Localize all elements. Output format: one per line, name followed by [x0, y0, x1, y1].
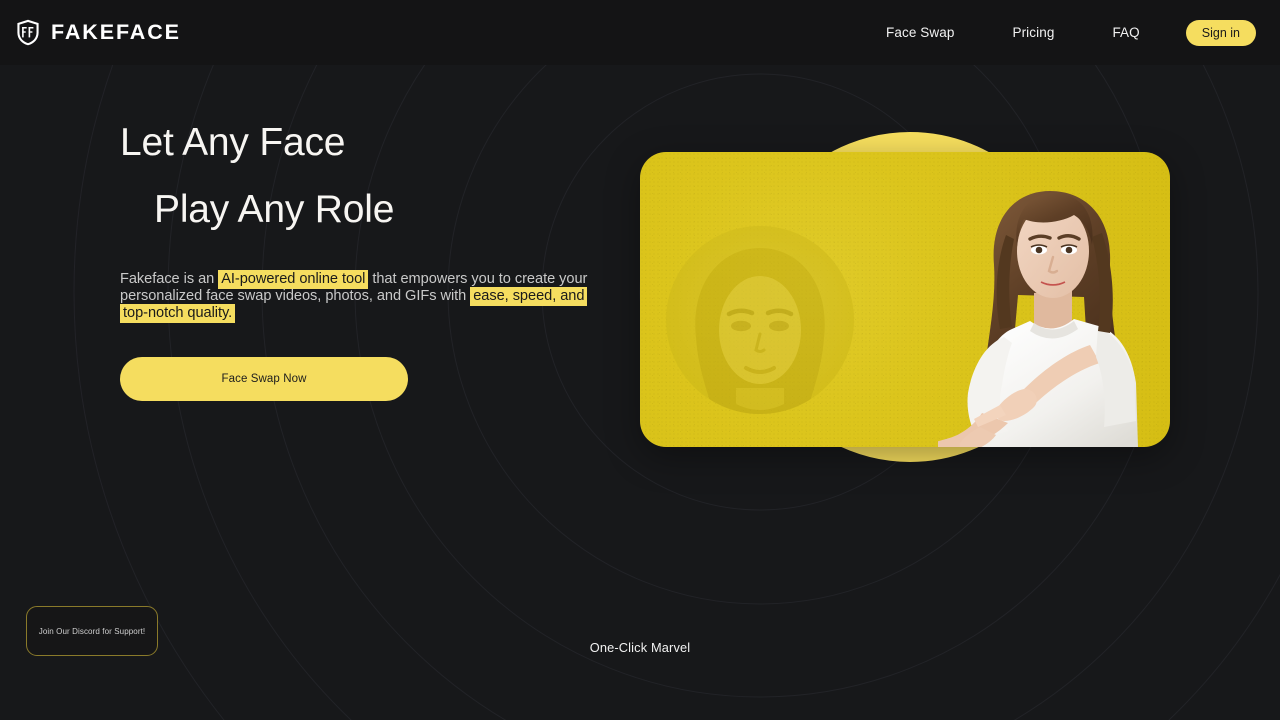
sign-in-button[interactable]: Sign in — [1185, 19, 1256, 46]
face-swap-preview-card[interactable] — [640, 152, 1170, 447]
main-navigation: Face Swap Pricing FAQ Sign in — [886, 19, 1256, 46]
section-caption: One-Click Marvel — [589, 640, 691, 655]
discord-support-label: Join Our Discord for Support! — [38, 626, 146, 636]
para-part-1: Fakeface is an — [120, 270, 219, 287]
headline-line-2: Play Any Role — [154, 188, 395, 232]
headline-line-1: Let Any Face — [120, 121, 346, 164]
source-face-circle — [666, 226, 854, 414]
landing-page: FAKEFACE Face Swap Pricing FAQ Sign in L… — [0, 0, 1280, 720]
nav-pricing[interactable]: Pricing — [1012, 19, 1054, 46]
brand-name: FAKEFACE — [51, 20, 181, 44]
site-header: FAKEFACE Face Swap Pricing FAQ Sign in — [0, 0, 1280, 65]
face-swap-now-button[interactable]: Face Swap Now — [120, 357, 408, 402]
brand-logo[interactable]: FAKEFACE — [16, 19, 181, 46]
nav-face-swap[interactable]: Face Swap — [886, 19, 954, 46]
hero-copy: Let Any Face Play Any Role Fakeface is a… — [120, 121, 620, 402]
model-photo — [938, 177, 1170, 447]
hero-visual — [630, 85, 1190, 505]
nav-faq[interactable]: FAQ — [1112, 19, 1139, 46]
shield-ff-icon — [16, 19, 40, 46]
hero-paragraph: Fakeface is an AI-powered online tool th… — [120, 269, 590, 323]
para-highlight-1: AI-powered online tool — [218, 269, 369, 289]
